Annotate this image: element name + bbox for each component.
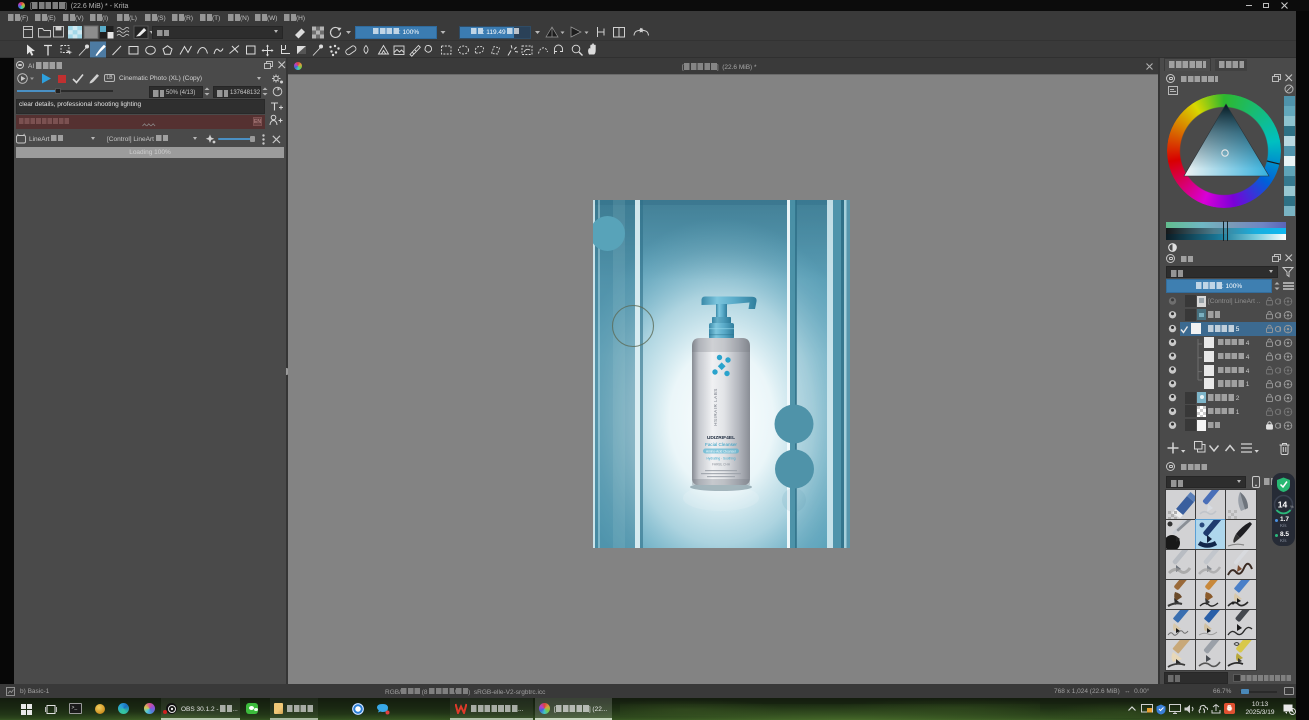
svg-text:%: % (1290, 504, 1294, 509)
svg-text:Facial Cleanser: Facial Cleanser (705, 442, 737, 447)
svg-text:Hydrating · Soothing: Hydrating · Soothing (706, 457, 735, 461)
svg-text:FHRBL CHH: FHRBL CHH (712, 463, 731, 467)
svg-text:UDIZRIF4EL: UDIZRIF4EL (707, 435, 735, 441)
svg-text:Amino-Acid Cleanser: Amino-Acid Cleanser (706, 449, 737, 453)
svg-text:14: 14 (1278, 500, 1288, 510)
svg-text:HSIRAIR LABS: HSIRAIR LABS (713, 388, 718, 426)
